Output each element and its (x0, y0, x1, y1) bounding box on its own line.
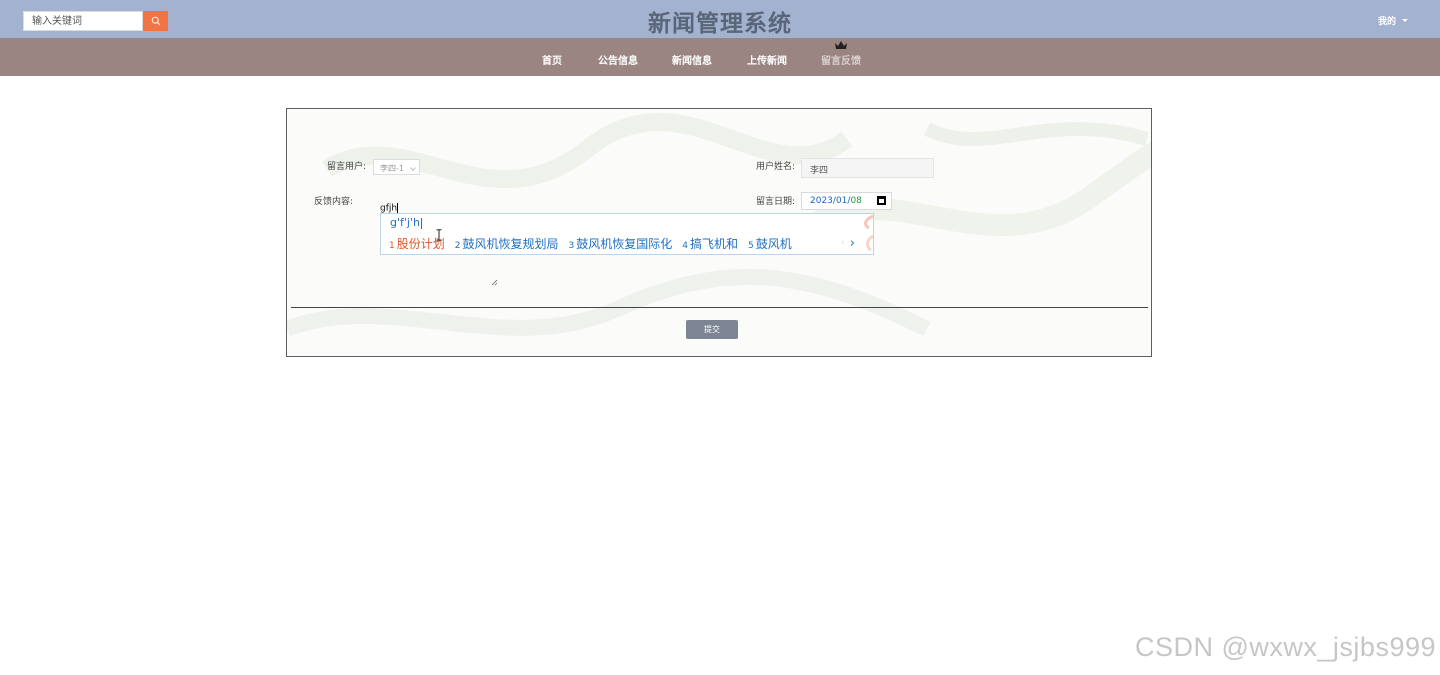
ime-candidate[interactable]: 4 搞飞机和 (682, 237, 738, 251)
ime-next-page-button[interactable]: › (850, 236, 855, 251)
ime-candidate[interactable]: 3 鼓风机恢复国际化 (569, 237, 673, 251)
search-icon (151, 16, 160, 26)
nav-item-upload-news[interactable]: 上传新闻 (747, 52, 787, 67)
main-nav: 首页 公告信息 新闻信息 上传新闻 留言反馈 (0, 38, 1440, 76)
text-caret (397, 203, 399, 213)
ime-skin-decoration (864, 214, 873, 252)
calendar-icon[interactable] (877, 196, 886, 205)
nav-item-notices[interactable]: 公告信息 (598, 52, 638, 67)
divider (291, 307, 1148, 308)
name-field[interactable]: 李四 (801, 158, 934, 178)
content-text: gfjh (380, 203, 398, 214)
ime-composition: g'f'j'h (390, 216, 422, 229)
user-menu-label: 我的 (1377, 17, 1396, 27)
crown-icon (835, 41, 847, 49)
search-box (23, 11, 168, 31)
nav-item-home[interactable]: 首页 (542, 52, 562, 67)
site-title: 新闻管理系统 (648, 10, 792, 37)
date-label: 留言日期: (756, 197, 796, 207)
submit-button[interactable]: 提交 (686, 320, 738, 339)
content-label: 反馈内容: (314, 197, 354, 207)
content-textarea[interactable]: gfjh (380, 203, 399, 214)
ime-prev-page-icon[interactable]: ‹ (841, 238, 845, 248)
ime-candidate-list: 1 股份计划 2 鼓风机恢复规划局 3 鼓风机恢复国际化 4 搞飞机和 5 鼓风机 (389, 235, 802, 252)
user-menu[interactable]: 我的 (1378, 14, 1408, 27)
watermark: CSDN @wxwx_jsjbs999 (1135, 632, 1436, 662)
ime-caret (420, 217, 422, 229)
search-input[interactable] (23, 11, 143, 31)
ime-candidate-popup: g'f'j'h 1 股份计划 2 鼓风机恢复规划局 3 鼓风机恢复国际化 4 搞飞机和 5 鼓风机… (380, 213, 874, 255)
chevron-down-icon (1402, 19, 1408, 22)
nav-item-feedback[interactable]: 留言反馈 (821, 52, 861, 67)
chevron-down-icon (410, 165, 416, 171)
search-button[interactable] (143, 11, 168, 31)
resize-handle-icon[interactable] (491, 279, 498, 286)
ime-composition-text: g'f'j'h (390, 216, 420, 229)
date-day: 08 (850, 196, 862, 206)
top-header: 新闻管理系统 我的 (0, 0, 1440, 38)
name-label: 用户姓名: (756, 162, 796, 172)
ime-candidate[interactable]: 2 鼓风机恢复规划局 (455, 237, 559, 251)
user-select[interactable]: 李四-1 (373, 159, 420, 175)
user-select-value: 李四-1 (380, 164, 404, 173)
mouse-ibeam-cursor-icon (436, 229, 442, 241)
date-month: 01 (835, 196, 848, 206)
date-year: 2023/ (810, 196, 836, 206)
user-label: 留言用户: (327, 162, 367, 172)
ime-candidate[interactable]: 5 鼓风机 (748, 237, 792, 251)
nav-item-news[interactable]: 新闻信息 (672, 52, 712, 67)
date-field[interactable]: 2023/01/08 (801, 192, 892, 210)
